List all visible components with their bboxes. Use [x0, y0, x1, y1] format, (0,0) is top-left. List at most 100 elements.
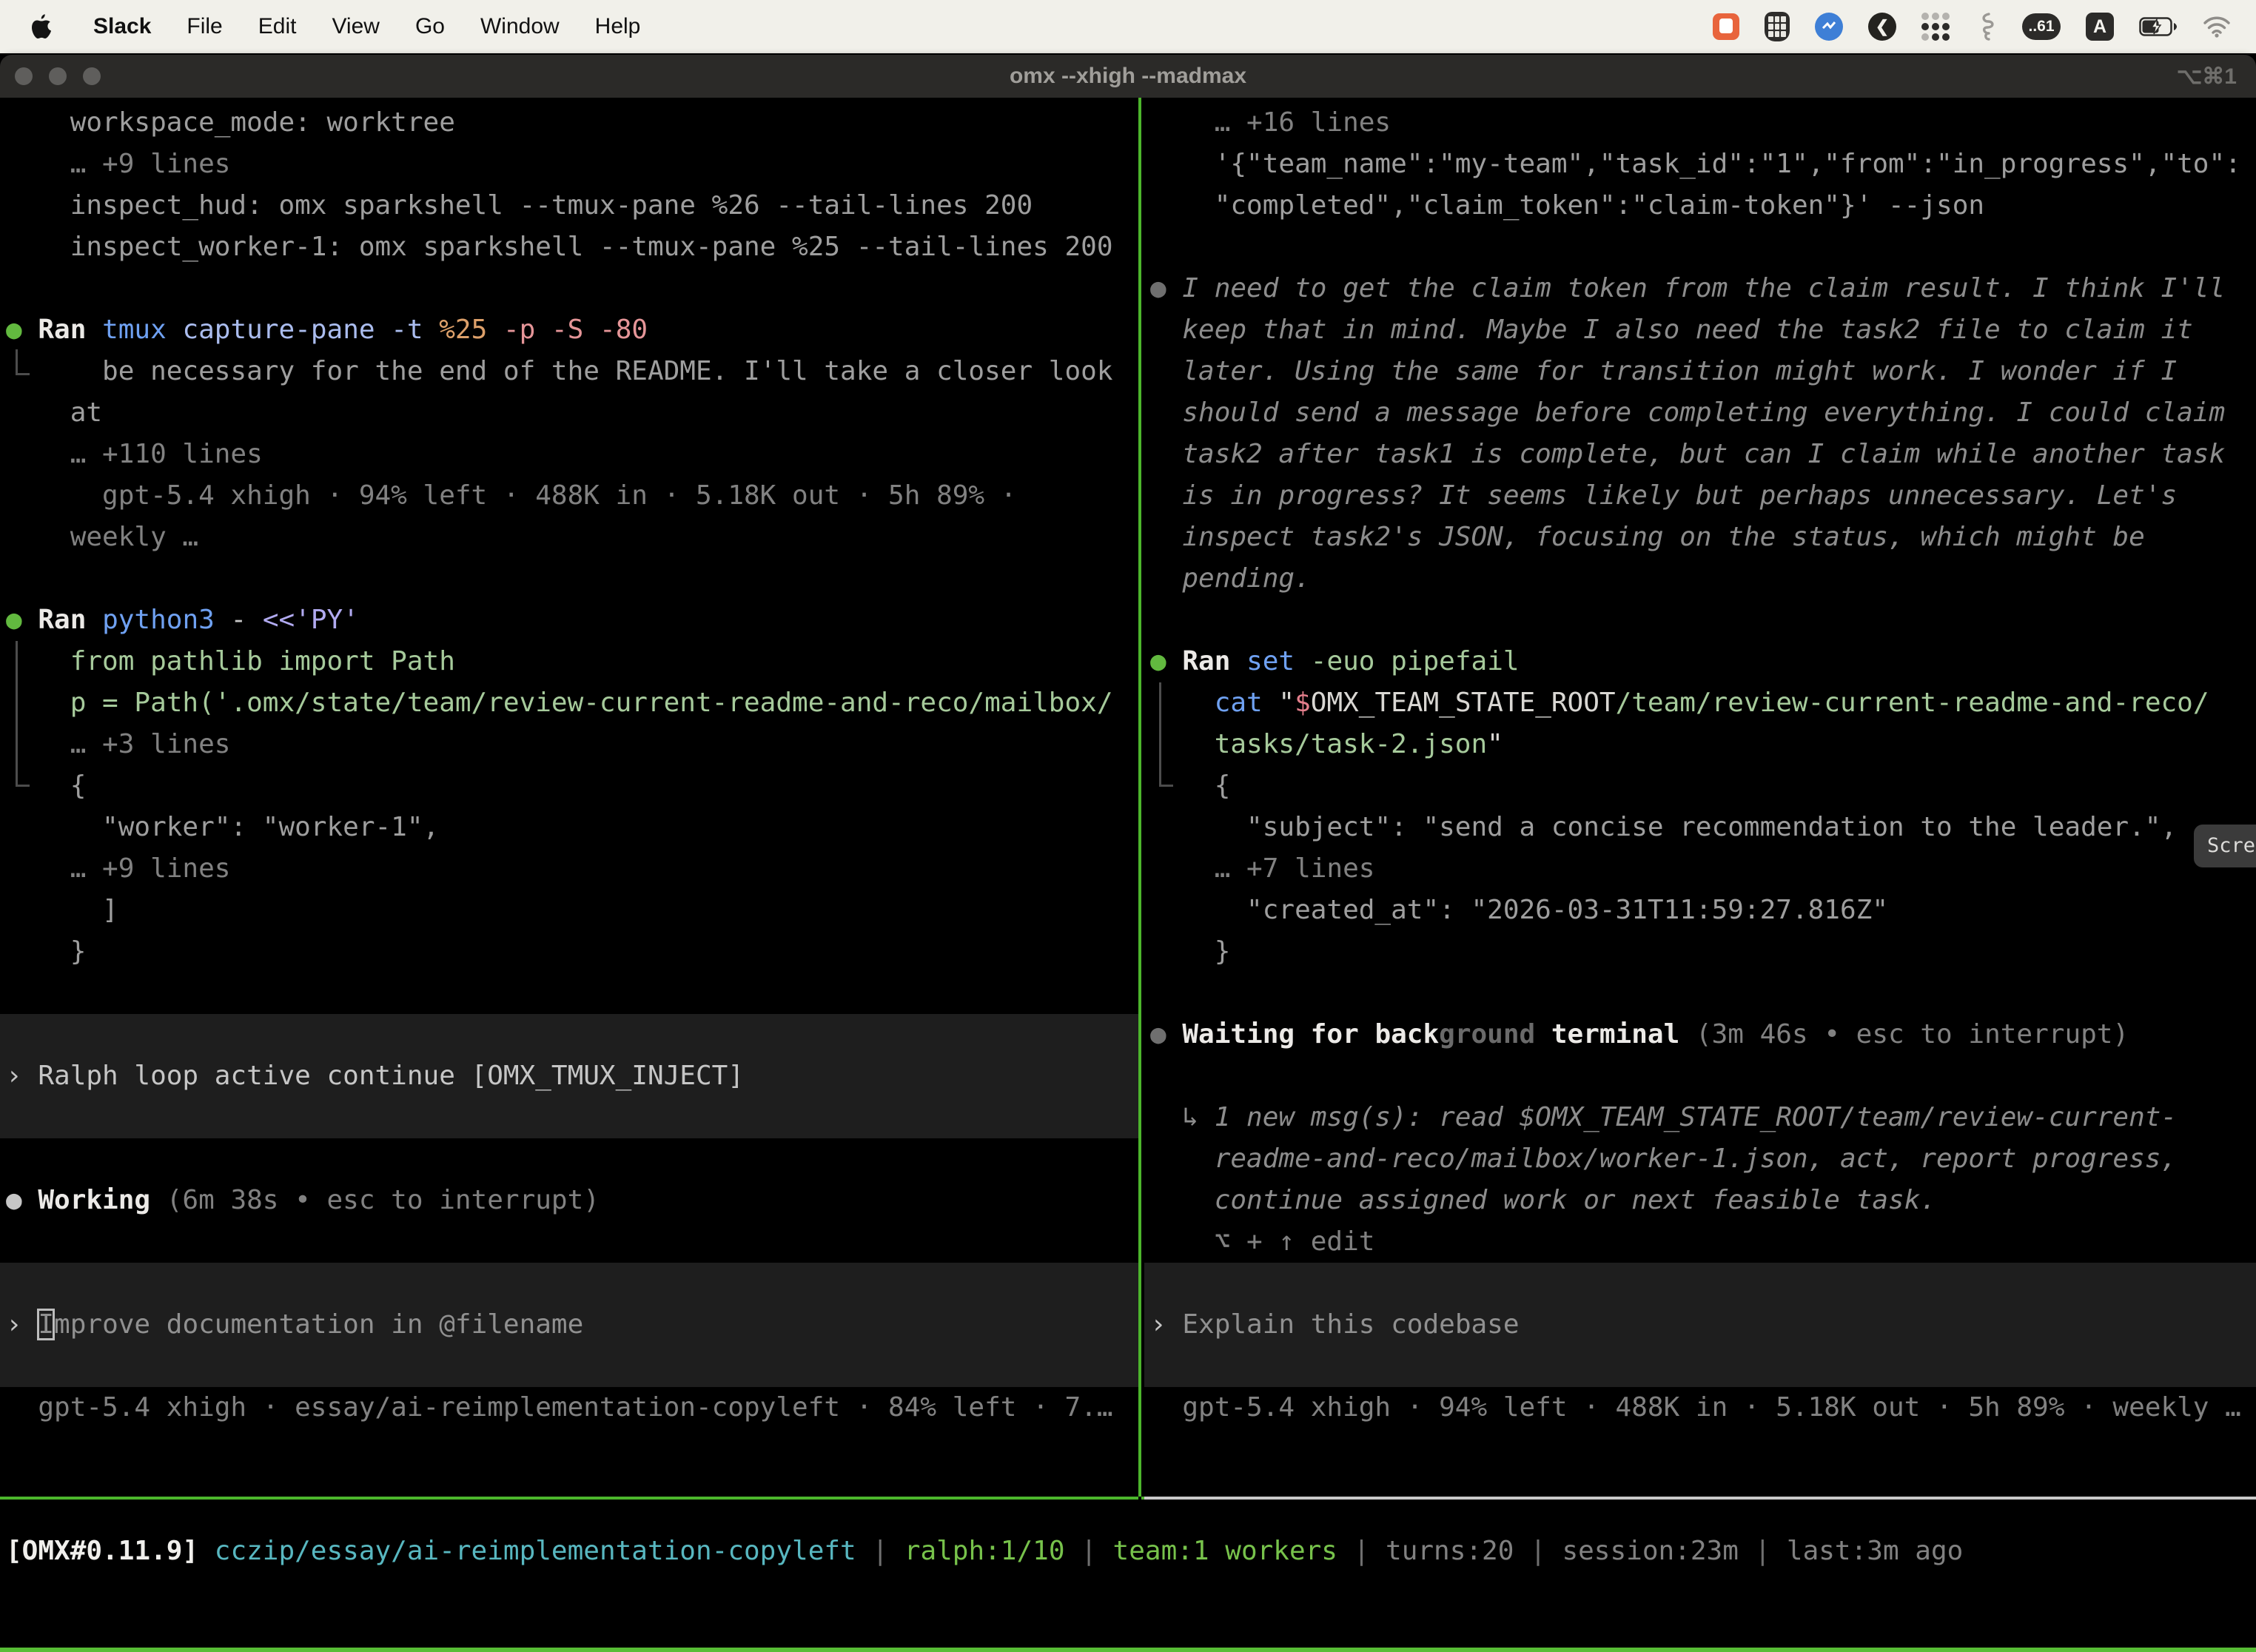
terminal-line: [0, 1263, 1138, 1304]
terminal-line: inspect_worker-1: omx sparkshell --tmux-…: [0, 226, 1138, 268]
terminal-line: ● Ran tmux capture-pane -t %25 -p -S -80: [0, 309, 1138, 351]
screen: { "menu_bar": { "app_name": "Slack", "it…: [0, 0, 2256, 1652]
screen-recording-icon[interactable]: [1713, 10, 1739, 43]
terminal-line: › Improve documentation in @filename: [0, 1304, 1138, 1346]
pane-bottom-border-active: [0, 1497, 1138, 1500]
tmux-pane-left[interactable]: workspace_mode: worktree … +9 lines insp…: [0, 102, 1138, 1428]
terminal-line: weekly …: [0, 517, 1138, 558]
terminal-line: ● I need to get the claim token from the…: [1144, 268, 2256, 309]
apple-logo-icon: [30, 13, 53, 40]
pane-vertical-border[interactable]: [1138, 98, 1141, 1497]
screen-overlay-tooltip: Scre: [2194, 825, 2256, 867]
terminal-line: [0, 1138, 1138, 1180]
battery-percent-badge[interactable]: ..61: [2022, 10, 2061, 43]
terminal-line: inspect task2's JSON, focusing on the st…: [1144, 517, 2256, 558]
terminal-line: [1144, 226, 2256, 268]
terminal-line: ↳ 1 new msg(s): read $OMX_TEAM_STATE_ROO…: [1144, 1097, 2256, 1138]
terminal-line: … +3 lines: [0, 724, 1138, 765]
terminal-line: [1144, 973, 2256, 1014]
omx-status-line: [OMX#0.11.9] cczip/essay/ai-reimplementa…: [0, 1531, 2256, 1572]
terminal-line: [0, 1097, 1138, 1138]
terminal-window: omx --xhigh --madmax ⌥⌘1 workspace_mode:…: [0, 55, 2256, 1652]
menu-item-view[interactable]: View: [314, 14, 397, 39]
terminal-line: › Ralph loop active continue [OMX_TMUX_I…: [0, 1055, 1138, 1097]
terminal-line: should send a message before completing …: [1144, 392, 2256, 434]
output-rail: [16, 349, 30, 375]
terminal-line: [1144, 1055, 2256, 1097]
terminal-line: [0, 1014, 1138, 1055]
input-source-icon[interactable]: A: [2086, 10, 2114, 43]
terminal-line: [0, 558, 1138, 600]
window-title-bar[interactable]: omx --xhigh --madmax ⌥⌘1: [0, 55, 2256, 98]
terminal-line: continue assigned work or next feasible …: [1144, 1180, 2256, 1221]
wifi-icon[interactable]: [2203, 10, 2231, 43]
terminal-line: inspect_hud: omx sparkshell --tmux-pane …: [0, 185, 1138, 226]
password-manager-icon[interactable]: [1765, 10, 1790, 43]
terminal-line: '{"team_name":"my-team","task_id":"1","f…: [1144, 144, 2256, 185]
terminal-line: … +7 lines: [1144, 848, 2256, 890]
terminal-line: cat "$OMX_TEAM_STATE_ROOT/team/review-cu…: [1144, 682, 2256, 724]
text-cursor: I: [38, 1309, 54, 1340]
terminal-line: from pathlib import Path: [0, 641, 1138, 682]
battery-icon[interactable]: [2139, 10, 2178, 43]
menu-bar-status-icons: ❮ ..61 A: [1713, 10, 2256, 43]
macos-menu-bar: Slack File Edit View Go Window Help ❮: [0, 0, 2256, 53]
terminal-line: … +9 lines: [0, 848, 1138, 890]
terminal-line: › Explain this codebase: [1144, 1304, 2256, 1346]
terminal-line: [0, 1346, 1138, 1387]
terminal-line: at: [0, 392, 1138, 434]
terminal-line: workspace_mode: worktree: [0, 102, 1138, 144]
output-rail: [16, 641, 30, 787]
terminal-line: ● Ran set -euo pipefail: [1144, 641, 2256, 682]
menu-item-go[interactable]: Go: [397, 14, 463, 39]
terminal-line: ]: [0, 890, 1138, 931]
terminal-line: later. Using the same for transition mig…: [1144, 351, 2256, 392]
terminal-line: [0, 268, 1138, 309]
terminal-line: keep that in mind. Maybe I also need the…: [1144, 309, 2256, 351]
terminal-line: {: [1144, 765, 2256, 807]
terminal-line: ● Ran python3 - <<'PY': [0, 600, 1138, 641]
terminal-line: be necessary for the end of the README. …: [0, 351, 1138, 392]
terminal-line: pending.: [1144, 558, 2256, 600]
terminal-line: [OMX#0.11.9] cczip/essay/ai-reimplementa…: [0, 1531, 2256, 1572]
terminal-line: … +16 lines: [1144, 102, 2256, 144]
terminal-line: … +9 lines: [0, 144, 1138, 185]
menu-item-edit[interactable]: Edit: [241, 14, 315, 39]
terminal-line: [0, 973, 1138, 1014]
tmux-status-bar[interactable]: [omx-cczip0:bash* "MacBook-Pro-44.local"…: [0, 1648, 2256, 1652]
terminal-line: "subject": "send a concise recommendatio…: [1144, 807, 2256, 848]
terminal-line: [1144, 1346, 2256, 1387]
output-rail: [1159, 682, 1173, 787]
terminal-line: [1144, 1263, 2256, 1304]
terminal-content: workspace_mode: worktree … +9 lines insp…: [0, 98, 2256, 1652]
network-speed-icon[interactable]: [1815, 10, 1843, 43]
terminal-line: gpt-5.4 xhigh · essay/ai-reimplementatio…: [0, 1387, 1138, 1428]
terminal-line: "worker": "worker-1",: [0, 807, 1138, 848]
terminal-line: ⌥ + ↑ edit: [1144, 1221, 2256, 1263]
terminal-line: [1144, 600, 2256, 641]
squiggle-utility-icon[interactable]: [1975, 10, 1997, 43]
menu-bar-left: Slack File Edit View Go Window Help: [0, 10, 658, 43]
terminal-line: gpt-5.4 xhigh · 94% left · 488K in · 5.1…: [1144, 1387, 2256, 1428]
terminal-line: readme-and-reco/mailbox/worker-1.json, a…: [1144, 1138, 2256, 1180]
tmux-pane-right[interactable]: … +16 lines '{"team_name":"my-team","tas…: [1144, 102, 2256, 1428]
terminal-line: is in progress? It seems likely but perh…: [1144, 475, 2256, 517]
menu-item-window[interactable]: Window: [463, 14, 577, 39]
menu-item-file[interactable]: File: [169, 14, 240, 39]
menu-item-help[interactable]: Help: [577, 14, 659, 39]
terminal-line: [0, 1221, 1138, 1263]
dots-grid-icon[interactable]: [1921, 10, 1950, 43]
apple-menu-icon[interactable]: [27, 10, 56, 43]
terminal-line: … +110 lines: [0, 434, 1138, 475]
terminal-line: }: [1144, 931, 2256, 973]
pane-bottom-border-inactive: [1144, 1497, 2256, 1500]
terminal-line: "completed","claim_token":"claim-token"}…: [1144, 185, 2256, 226]
terminal-line: {: [0, 765, 1138, 807]
terminal-line: ● Waiting for background terminal (3m 46…: [1144, 1014, 2256, 1055]
arc-browser-icon[interactable]: ❮: [1868, 10, 1896, 43]
window-shortcut-hint: ⌥⌘1: [2177, 64, 2256, 90]
terminal-line: "created_at": "2026-03-31T11:59:27.816Z": [1144, 890, 2256, 931]
terminal-line: gpt-5.4 xhigh · 94% left · 488K in · 5.1…: [0, 475, 1138, 517]
menu-item-app-name[interactable]: Slack: [75, 14, 169, 39]
terminal-line: task2 after task1 is complete, but can I…: [1144, 434, 2256, 475]
